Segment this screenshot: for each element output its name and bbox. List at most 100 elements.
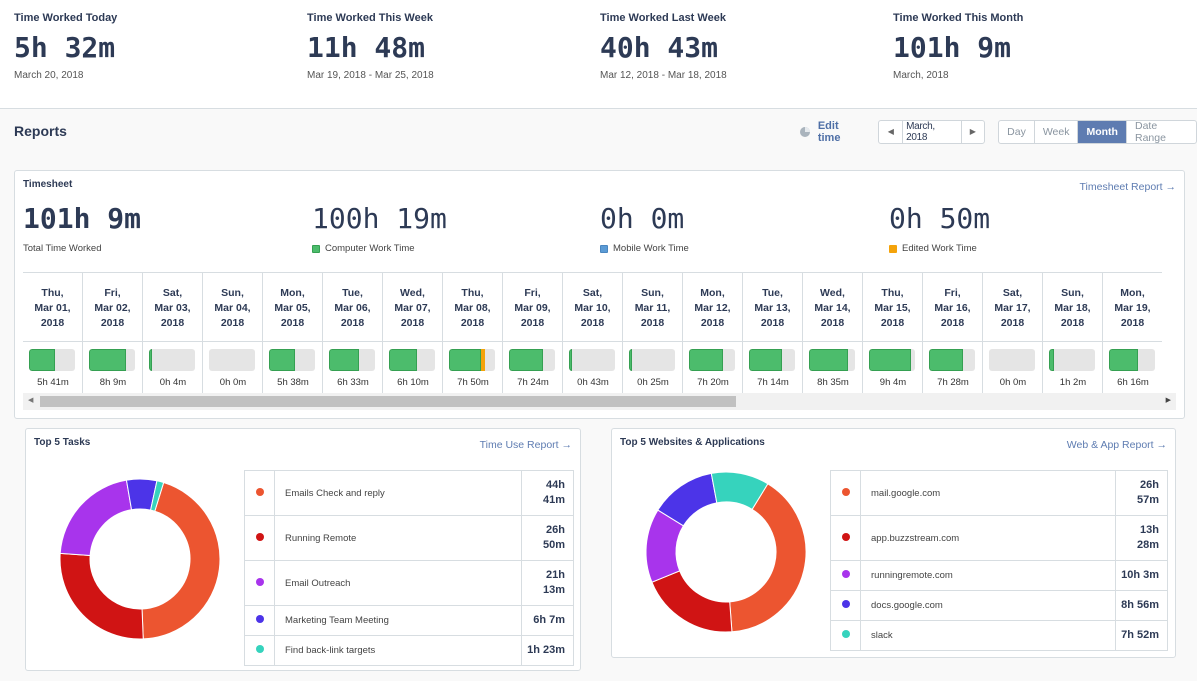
day-bar-track [989, 349, 1035, 371]
day-total-time: 6h 10m [397, 377, 429, 388]
timesheet-report-link[interactable]: Timesheet Report → [1080, 181, 1176, 193]
day-column[interactable]: Sun, Mar 04, 2018 0h 0m [203, 273, 263, 393]
day-header-year: 2018 [160, 317, 185, 329]
range-month-button[interactable]: Month [1078, 120, 1127, 143]
date-label[interactable]: March, 2018 [903, 121, 960, 143]
web-app-report-link[interactable]: Web & App Report → [1067, 439, 1167, 451]
legend-dot-icon [255, 532, 264, 541]
day-header-year: 2018 [520, 317, 545, 329]
item-duration: 7h 52m [1115, 620, 1168, 651]
day-bar-track [29, 349, 75, 371]
day-column[interactable]: Sun, Mar 11, 2018 0h 25m [623, 273, 683, 393]
scroll-left-icon[interactable]: ◀ [28, 396, 33, 404]
day-header: Thu, Mar 15, 2018 [863, 273, 922, 342]
legend-dot-icon [841, 600, 850, 608]
stat-value: 0h 0m [600, 202, 685, 235]
color-cell [244, 515, 275, 561]
day-header-date: Mar 10, [574, 302, 611, 314]
summary-subtitle: March 20, 2018 [14, 70, 84, 81]
day-total-time: 5h 38m [277, 377, 309, 388]
summary-card-last-week: Time Worked Last Week 40h 43m Mar 12, 20… [600, 12, 727, 81]
day-total-time: 8h 9m [99, 377, 127, 388]
day-header-year: 2018 [400, 317, 425, 329]
summary-card-this-month: Time Worked This Month 101h 9m March, 20… [893, 12, 1023, 81]
day-column[interactable]: Sat, Mar 03, 2018 0h 4m [143, 273, 203, 393]
day-column[interactable]: Fri, Mar 09, 2018 7h 24m [503, 273, 563, 393]
computer-time-bar [749, 349, 783, 371]
day-column[interactable]: Thu, Mar 08, 2018 7h 50m [443, 273, 503, 393]
tasks-table: Emails Check and reply 44h 41m Running Remo… [244, 470, 574, 666]
time-use-report-link[interactable]: Time Use Report → [480, 439, 572, 451]
day-bar-track [149, 349, 195, 371]
day-header-dow: Sun, [641, 287, 664, 299]
day-column[interactable]: Mon, Mar 19, 2018 6h 16m [1103, 273, 1162, 393]
day-header-date: Mar 05, [274, 302, 311, 314]
day-bar-track [509, 349, 555, 371]
range-selector: Day Week Month Date Range [998, 119, 1197, 144]
day-column[interactable]: Sat, Mar 10, 2018 0h 43m [563, 273, 623, 393]
day-header: Tue, Mar 13, 2018 [743, 273, 802, 342]
day-header-year: 2018 [40, 317, 65, 329]
top-tasks-panel: Top 5 Tasks Time Use Report → Emails Che… [25, 428, 581, 671]
duration-minutes: 50m [542, 539, 565, 551]
day-header-dow: Sun, [1061, 287, 1084, 299]
caret-right-icon[interactable]: ▶ [960, 120, 985, 143]
day-column[interactable]: Fri, Mar 02, 2018 8h 9m [83, 273, 143, 393]
scroll-right-icon[interactable]: ▶ [1166, 396, 1171, 404]
day-column[interactable]: Sun, Mar 18, 2018 1h 2m [1043, 273, 1103, 393]
day-total-time: 7h 28m [937, 377, 969, 388]
donut-slice[interactable] [59, 552, 144, 640]
computer-time-bar [449, 349, 482, 371]
item-duration: 44h 41m [521, 470, 574, 516]
date-navigator: ◀ March, 2018 ▶ [878, 119, 986, 144]
caret-left-icon[interactable]: ◀ [879, 120, 904, 143]
donut-slice[interactable] [729, 483, 807, 633]
day-header-dow: Thu, [881, 287, 904, 299]
day-header: Fri, Mar 09, 2018 [503, 273, 562, 342]
edited-time-bar [481, 349, 486, 371]
day-column[interactable]: Tue, Mar 06, 2018 6h 33m [323, 273, 383, 393]
day-column[interactable]: Tue, Mar 13, 2018 7h 14m [743, 273, 803, 393]
day-column[interactable]: Thu, Mar 01, 2018 5h 41m [23, 273, 83, 393]
day-bar-track [389, 349, 435, 371]
summary-card-this-week: Time Worked This Week 11h 48m Mar 19, 20… [307, 12, 434, 81]
day-header-date: Mar 01, [34, 302, 71, 314]
table-row: docs.google.com 8h 56m [830, 590, 1168, 621]
donut-slice[interactable] [651, 570, 733, 633]
range-day-button[interactable]: Day [999, 120, 1035, 143]
timeline-scrollbar[interactable]: ◀ ▶ [23, 393, 1176, 410]
stat-computer: 100h 19m Computer Work Time [312, 202, 447, 254]
day-header-dow: Sat, [582, 287, 603, 299]
donut-slice[interactable] [59, 479, 133, 557]
item-duration: 6h 7m [521, 605, 574, 636]
day-bar-track [629, 349, 675, 371]
day-header-year: 2018 [640, 317, 665, 329]
day-column[interactable]: Mon, Mar 12, 2018 7h 20m [683, 273, 743, 393]
day-total-time: 1h 2m [1059, 377, 1087, 388]
day-header-dow: Thu, [41, 287, 64, 299]
summary-title: Time Worked This Month [893, 12, 1024, 24]
day-column[interactable]: Sat, Mar 17, 2018 0h 0m [983, 273, 1043, 393]
day-column[interactable]: Fri, Mar 16, 2018 7h 28m [923, 273, 983, 393]
item-name: Email Outreach [274, 560, 522, 606]
range-date-range-button[interactable]: Date Range [1127, 121, 1196, 143]
computer-time-bar [329, 349, 360, 371]
color-cell [244, 635, 275, 666]
day-header-date: Mar 15, [874, 302, 911, 314]
day-column[interactable]: Wed, Mar 14, 2018 8h 35m [803, 273, 863, 393]
day-bar-track [269, 349, 315, 371]
duration-hours: 26h [1140, 479, 1159, 491]
day-column[interactable]: Mon, Mar 05, 2018 5h 38m [263, 273, 323, 393]
edit-time-button[interactable]: Edit time [800, 120, 863, 144]
color-cell [830, 620, 861, 651]
color-cell [244, 605, 275, 636]
stat-value: 0h 50m [889, 202, 991, 235]
day-total-time: 7h 24m [517, 377, 549, 388]
day-column[interactable]: Wed, Mar 07, 2018 6h 10m [383, 273, 443, 393]
day-header-year: 2018 [760, 317, 785, 329]
color-cell [830, 470, 861, 516]
range-week-button[interactable]: Week [1035, 120, 1079, 143]
scroll-thumb[interactable] [40, 396, 736, 407]
day-column[interactable]: Thu, Mar 15, 2018 9h 4m [863, 273, 923, 393]
apps-donut-chart [645, 471, 807, 633]
